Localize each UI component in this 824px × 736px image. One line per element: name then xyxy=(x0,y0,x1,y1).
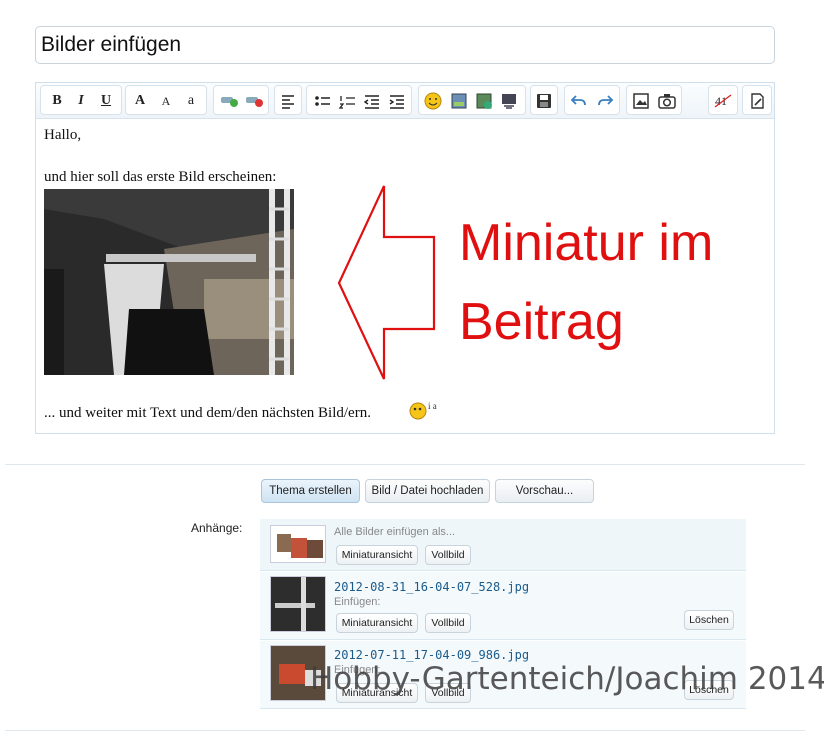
list-group xyxy=(306,85,412,115)
arrow-annotation xyxy=(337,185,436,380)
insert-label: Einfügen: xyxy=(334,596,381,608)
source-icon[interactable] xyxy=(747,91,767,111)
font-group: A A a xyxy=(125,85,207,115)
camera-icon[interactable] xyxy=(657,91,677,111)
divider xyxy=(5,464,805,465)
save-icon[interactable] xyxy=(534,91,554,111)
insert-all-row: Alle Bilder einfügen als... Miniaturansi… xyxy=(260,519,746,571)
smiley-icon[interactable] xyxy=(423,91,443,111)
text-line: ... und weiter mit Text und dem/den näch… xyxy=(44,405,371,421)
insert-all-label: Alle Bilder einfügen als... xyxy=(334,526,456,538)
link-group xyxy=(213,85,269,115)
align-icon[interactable] xyxy=(278,91,298,111)
spellcheck-icon[interactable]: 41 xyxy=(713,91,733,111)
smiley-icon: i a xyxy=(409,401,437,420)
indent-icon[interactable] xyxy=(387,91,407,111)
italic-icon[interactable]: I xyxy=(71,91,91,111)
font-size-icon[interactable]: A xyxy=(156,91,176,111)
attachment-filename[interactable]: 2012-07-11_17-04-09_986.jpg xyxy=(334,648,529,662)
format-group: B I U xyxy=(40,85,122,115)
insert-all-thumbnail-button[interactable]: Miniaturansicht xyxy=(336,545,418,565)
watermark: Hobby-Gartenteich/Joachim 2014 xyxy=(310,661,824,697)
upload-file-button[interactable]: Bild / Datei hochladen xyxy=(365,479,490,503)
delete-button[interactable]: Löschen xyxy=(684,610,734,630)
underline-icon[interactable]: U xyxy=(96,91,116,111)
title-input[interactable]: Bilder einfügen xyxy=(35,26,775,64)
image-icon[interactable] xyxy=(449,91,469,111)
attachments-label: Anhänge: xyxy=(191,521,243,535)
bold-icon[interactable]: B xyxy=(47,91,67,111)
divider xyxy=(5,730,805,731)
media-icon[interactable] xyxy=(474,91,494,111)
insert-group xyxy=(418,85,526,115)
link-icon[interactable] xyxy=(219,91,239,111)
save-group xyxy=(530,85,558,115)
history-group xyxy=(564,85,620,115)
annotation-text: Beitrag xyxy=(459,293,624,351)
redo-icon[interactable] xyxy=(595,91,615,111)
undo-icon[interactable] xyxy=(569,91,589,111)
preview-button[interactable]: Vorschau... xyxy=(495,479,594,503)
editor-toolbar: B I U A A a 41 xyxy=(36,83,774,119)
attachment-item: 2012-08-31_16-04-07_528.jpg Einfügen: Mi… xyxy=(260,572,746,640)
font-color-icon[interactable]: A xyxy=(130,91,150,111)
source-group xyxy=(742,85,772,115)
outdent-icon[interactable] xyxy=(362,91,382,111)
annotation-text: Miniatur im xyxy=(459,214,714,272)
create-thread-button[interactable]: Thema erstellen xyxy=(261,479,360,503)
rich-text-editor[interactable]: B I U A A a 41 Hallo, und hier soll das … xyxy=(35,82,775,434)
attachment-filename[interactable]: 2012-08-31_16-04-07_528.jpg xyxy=(334,580,529,594)
spellcheck-group: 41 xyxy=(708,85,738,115)
thumbnail-stack xyxy=(270,525,326,563)
insert-all-full-button[interactable]: Vollbild xyxy=(425,545,471,565)
media-group xyxy=(626,85,682,115)
insert-image-icon[interactable] xyxy=(631,91,651,111)
align-group xyxy=(274,85,302,115)
text-line: Hallo, xyxy=(44,127,82,143)
attachment-thumbnail[interactable] xyxy=(270,576,326,632)
text-line: und hier soll das erste Bild erscheinen: xyxy=(44,169,277,185)
numbered-list-icon[interactable] xyxy=(337,91,357,111)
svg-text:i a: i a xyxy=(428,401,437,411)
quote-icon[interactable] xyxy=(499,91,519,111)
font-family-icon[interactable]: a xyxy=(181,91,201,111)
inline-thumbnail-image[interactable] xyxy=(44,189,294,375)
bullet-list-icon[interactable] xyxy=(312,91,332,111)
insert-thumbnail-button[interactable]: Miniaturansicht xyxy=(336,613,418,633)
unlink-icon[interactable] xyxy=(244,91,264,111)
insert-full-button[interactable]: Vollbild xyxy=(425,613,471,633)
